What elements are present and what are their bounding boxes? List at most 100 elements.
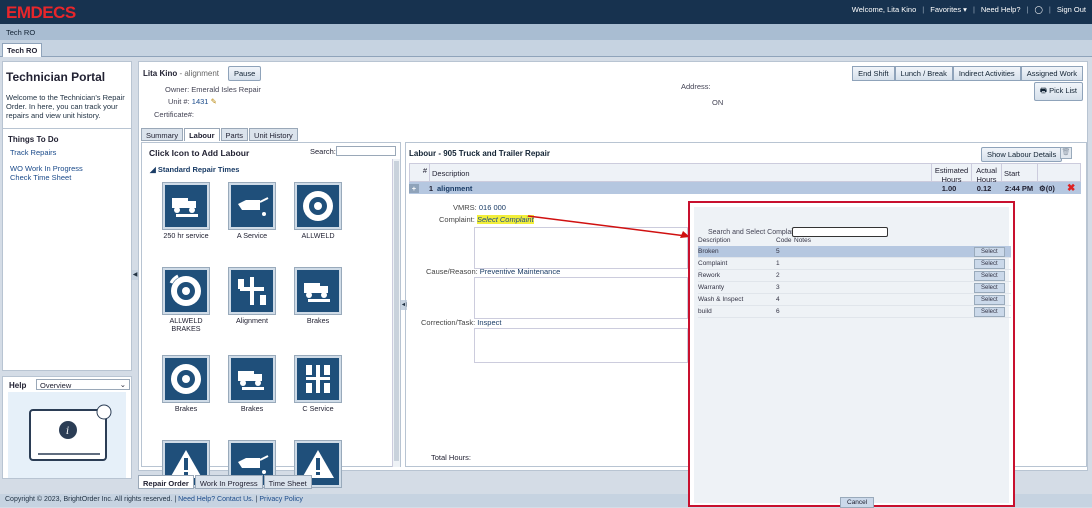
row-code: 5	[776, 248, 780, 255]
alignment-icon[interactable]	[229, 268, 275, 314]
section-label: Standard Repair Times	[157, 165, 240, 174]
cause-row: Cause/Reason: Preventive Maintenance	[426, 267, 560, 276]
tab-work-in-progress[interactable]: Work In Progress	[194, 475, 263, 489]
vmrs-label: VMRS:	[453, 203, 477, 212]
show-labour-details-button[interactable]: Show Labour Details	[981, 147, 1063, 162]
labour-card[interactable]: C Service	[288, 356, 348, 413]
labour-card[interactable]: Alignment	[222, 268, 282, 325]
table-row[interactable]: Wash & Inspect 4 Select	[698, 294, 1011, 306]
labour-card[interactable]: A Service	[222, 183, 282, 240]
labour-card-label: Alignment	[236, 316, 268, 325]
unit-link[interactable]: 1431	[192, 97, 209, 106]
labour-card[interactable]: Brakes	[156, 356, 216, 413]
tab-labour[interactable]: Labour	[184, 128, 220, 141]
row-code: 6	[776, 308, 780, 315]
pause-button[interactable]: Pause	[228, 66, 262, 81]
need-help-link[interactable]: Need Help?	[981, 5, 1021, 14]
help-select-value: Overview	[40, 381, 72, 390]
total-hours-label: Total Hours:	[431, 453, 472, 462]
cancel-button[interactable]: Cancel	[840, 497, 875, 508]
scrollbar-thumb[interactable]	[394, 161, 399, 461]
select-button[interactable]: Select	[974, 306, 1005, 317]
standard-repair-times-heading[interactable]: ◢ Standard Repair Times	[150, 165, 239, 174]
tab-repair-order[interactable]: Repair Order	[138, 475, 194, 489]
brake-icon[interactable]	[163, 268, 209, 314]
tab-time-sheet[interactable]: Time Sheet	[263, 475, 312, 489]
favorites-menu[interactable]: Favorites ▾	[930, 5, 967, 14]
sub-bar: Tech RO	[0, 24, 1092, 40]
link-track-repairs[interactable]: Track Repairs	[10, 148, 131, 157]
select-button[interactable]: Select	[974, 258, 1005, 269]
delete-icon[interactable]: ✖	[1067, 183, 1075, 194]
tab-unit-history[interactable]: Unit History	[249, 128, 298, 141]
wheel-icon[interactable]	[295, 183, 341, 229]
labour-card[interactable]: ALLWELD	[288, 183, 348, 240]
row-code: 1	[776, 260, 780, 267]
select-button[interactable]: Select	[974, 282, 1005, 293]
complaint-search-input[interactable]	[792, 227, 888, 237]
correction-field[interactable]	[474, 328, 688, 363]
help-topic-select[interactable]: Overview ⌄	[36, 379, 130, 390]
table-row[interactable]: Rework 2 Select	[698, 270, 1011, 282]
tab-tech-ro[interactable]: Tech RO	[2, 43, 43, 57]
cause-field[interactable]	[474, 277, 688, 319]
labour-card[interactable]: Brakes	[288, 268, 348, 325]
link-wo-work-in-progress[interactable]: WO Work In Progress	[10, 164, 131, 173]
help-panel: Help Overview ⌄ i	[2, 376, 132, 479]
unit-label: Unit #:	[168, 97, 190, 106]
row-actions[interactable]: ⚙(0)	[1039, 184, 1067, 193]
row-code: 3	[776, 284, 780, 291]
row-code: 4	[776, 296, 780, 303]
labour-card-label: ALLWELD	[301, 231, 335, 240]
copyright-text: Copyright © 2023, BrightOrder Inc. All r…	[5, 496, 173, 503]
truck-wrench-icon[interactable]	[163, 183, 209, 229]
footer-help-link[interactable]: Need Help? Contact Us.	[178, 496, 253, 503]
privacy-policy-link[interactable]: Privacy Policy	[259, 496, 303, 503]
video-info-icon: i	[29, 404, 112, 461]
labour-card[interactable]: Brakes	[222, 356, 282, 413]
labour-search-input[interactable]	[336, 146, 396, 156]
pencil-icon[interactable]: ✎	[211, 97, 217, 106]
sign-out-link[interactable]: Sign Out	[1057, 5, 1086, 14]
select-button[interactable]: Select	[974, 246, 1005, 257]
lunch-break-button[interactable]: Lunch / Break	[894, 66, 953, 81]
action-buttons: End Shift Lunch / Break Indirect Activit…	[852, 66, 1083, 81]
row-num: 1	[428, 183, 433, 193]
labour-card[interactable]: ALLWELD BRAKES	[156, 268, 216, 333]
table-row[interactable]: + 1 alignment 1.00 0.12 2:44 PM ⚙(0) ✖	[409, 182, 1081, 194]
correction-value: Inspect	[477, 318, 502, 327]
correction-row: Correction/Task: Inspect	[421, 318, 501, 327]
row-expand-icon[interactable]: +	[409, 183, 419, 193]
labour-card[interactable]: 250 hr service	[156, 183, 216, 240]
labour-detail-title: Labour - 905 Truck and Trailer Repair	[409, 149, 550, 158]
labour-list-scrollbar[interactable]	[392, 159, 400, 467]
truck-wrench-icon[interactable]	[295, 268, 341, 314]
table-row[interactable]: Broken 5 Select	[698, 246, 1011, 258]
chat-icon[interactable]: ◯	[1034, 5, 1042, 14]
select-button[interactable]: Select	[974, 294, 1005, 305]
oil-can-icon[interactable]	[229, 183, 275, 229]
tab-summary[interactable]: Summary	[141, 128, 184, 141]
axle-icon[interactable]	[295, 356, 341, 402]
help-video-thumbnail[interactable]: i	[8, 392, 126, 478]
pick-list-button[interactable]: 🖶 Pick List	[1033, 82, 1083, 101]
table-row[interactable]: build 6 Select	[698, 306, 1011, 318]
assigned-work-button[interactable]: Assigned Work	[1020, 66, 1083, 81]
col-start: Start	[1002, 164, 1038, 181]
tech-name: Lita Kino	[143, 69, 178, 78]
tab-parts[interactable]: Parts	[220, 128, 249, 141]
vmrs-row: VMRS: 016 000	[453, 203, 506, 212]
cause-label: Cause/Reason:	[426, 267, 478, 276]
tools-icon[interactable]: ⚙	[1039, 184, 1046, 193]
end-shift-button[interactable]: End Shift	[852, 66, 895, 81]
truck-wrench-icon[interactable]	[229, 356, 275, 402]
table-row[interactable]: Complaint 1 Select	[698, 258, 1011, 270]
trash-icon[interactable]: 🗑	[1060, 147, 1072, 159]
wheel-icon[interactable]	[163, 356, 209, 402]
help-label: Help	[9, 381, 27, 390]
link-check-time-sheet[interactable]: Check Time Sheet	[10, 173, 131, 182]
select-button[interactable]: Select	[974, 270, 1005, 281]
indirect-activities-button[interactable]: Indirect Activities	[952, 66, 1021, 81]
popup-search-label: Search and Select Complaint:	[708, 229, 801, 236]
table-row[interactable]: Warranty 3 Select	[698, 282, 1011, 294]
